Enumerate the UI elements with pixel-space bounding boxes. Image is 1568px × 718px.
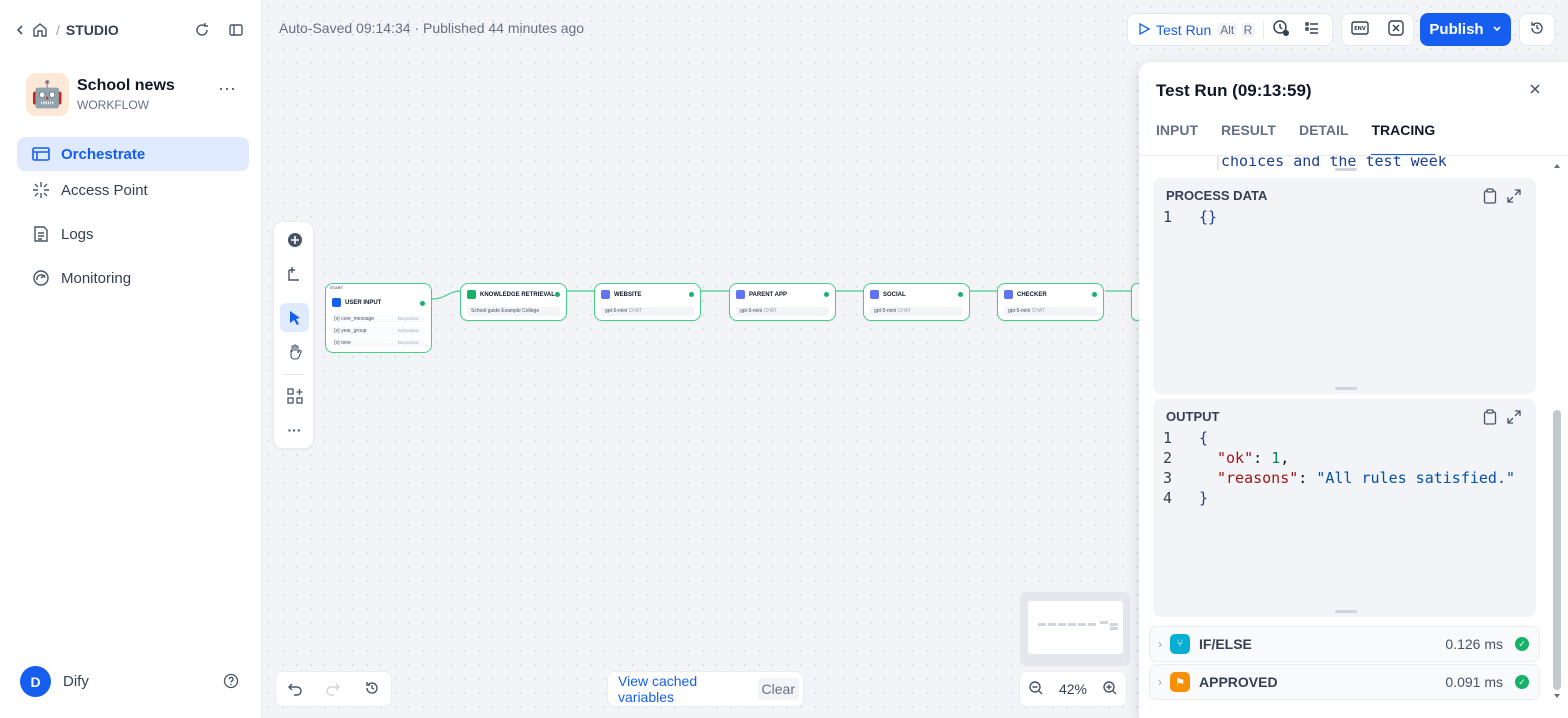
trace-row-approved[interactable]: › ⚑ APPROVED 0.091 ms ✓	[1149, 664, 1540, 700]
success-dot	[958, 292, 963, 297]
variable-icon[interactable]	[1388, 20, 1404, 39]
version-history-button[interactable]	[1519, 13, 1555, 46]
undo-icon[interactable]	[287, 680, 303, 699]
node-title: WEBSITE	[614, 291, 642, 298]
start-label: START	[330, 285, 344, 290]
input-variable: {x} core_message REQUIRED	[332, 315, 425, 323]
node-title: KNOWLEDGE RETRIEVAL	[480, 291, 555, 298]
user-input-icon	[332, 298, 341, 307]
check-icon: ✓	[1515, 637, 1529, 651]
scroll-up-icon[interactable]	[1553, 162, 1561, 170]
workflow-node-user-input[interactable]: START USER INPUT {x} core_message REQUIRE…	[325, 283, 432, 353]
copy-icon[interactable]	[1483, 409, 1497, 428]
node-connections	[431, 290, 1133, 300]
node-subtitle: gpt-5-mini CHAT	[1004, 307, 1097, 316]
trace-node-time: 0.126 ms	[1445, 636, 1503, 652]
workflow-node-website[interactable]: WEBSITE gpt-5-mini CHAT	[594, 283, 701, 321]
copy-icon[interactable]	[1483, 188, 1497, 207]
input-variable: {x} tone REQUIRED	[332, 339, 425, 347]
test-run-button[interactable]: Test Run	[1156, 22, 1211, 38]
trace-row-if-else[interactable]: › ⑂ IF/ELSE 0.126 ms ✓	[1149, 626, 1540, 662]
panel-scrollbar[interactable]	[1553, 164, 1561, 698]
chevron-right-icon: ›	[1158, 675, 1162, 689]
env-icon[interactable]: ENV	[1351, 20, 1369, 39]
resize-grip[interactable]	[1335, 610, 1357, 613]
success-dot	[824, 292, 829, 297]
chevron-right-icon: ›	[1158, 637, 1162, 651]
svg-text:ENV: ENV	[1355, 26, 1367, 32]
tracing-content[interactable]: choices and the test week PROCESS DATA 1…	[1139, 155, 1568, 718]
success-dot	[1092, 292, 1097, 297]
previous-output-text: choices and the test week	[1217, 156, 1447, 170]
scroll-down-icon[interactable]	[1553, 692, 1561, 700]
scrollbar-thumb[interactable]	[1553, 410, 1561, 690]
panel-tabs: INPUT RESULT DETAIL TRACING	[1156, 122, 1458, 156]
clear-button[interactable]: Clear	[757, 678, 799, 700]
tab-input[interactable]: INPUT	[1156, 122, 1198, 148]
knowledge-icon	[467, 290, 476, 299]
check-icon: ✓	[1515, 675, 1529, 689]
if-else-icon: ⑂	[1170, 634, 1190, 654]
redo-icon[interactable]	[325, 680, 341, 699]
cached-variables-bar: View cached variables Clear	[607, 671, 804, 707]
llm-icon	[870, 290, 879, 299]
publish-button[interactable]: Publish	[1420, 13, 1511, 46]
minimap[interactable]	[1020, 592, 1130, 666]
zoom-controls: 42%	[1019, 671, 1127, 707]
tab-detail[interactable]: DETAIL	[1299, 122, 1349, 148]
workflow-node-parent-app[interactable]: PARENT APP gpt-5-mini CHAT	[729, 283, 836, 321]
workflow-node-checker[interactable]: CHECKER gpt-5-mini CHAT	[997, 283, 1104, 321]
history-toolbar	[275, 671, 392, 707]
test-run-panel: Test Run (09:13:59) INPUT RESULT DETAIL …	[1139, 62, 1568, 718]
llm-icon	[736, 290, 745, 299]
node-subtitle: School guide Example College	[467, 307, 560, 316]
trace-node-name: APPROVED	[1199, 674, 1278, 690]
zoom-level[interactable]: 42%	[1059, 681, 1087, 697]
node-title: PARENT APP	[749, 291, 788, 298]
input-variable: {x} year_group REQUIRED	[332, 327, 425, 335]
success-dot	[689, 292, 694, 297]
shortcut-hint: Alt R	[1217, 22, 1256, 37]
tab-result[interactable]: RESULT	[1221, 122, 1276, 148]
panel-title: Test Run (09:13:59)	[1156, 81, 1312, 100]
success-dot	[555, 292, 560, 297]
node-subtitle: gpt-5-mini CHAT	[601, 307, 694, 316]
workflow-node-social[interactable]: SOCIAL gpt-5-mini CHAT	[863, 283, 970, 321]
zoom-out-icon[interactable]	[1028, 680, 1044, 699]
workflow-node-knowledge-retrieval[interactable]: KNOWLEDGE RETRIEVAL School guide Example…	[460, 283, 567, 321]
node-title: SOCIAL	[883, 291, 906, 298]
publish-label: Publish	[1429, 21, 1484, 38]
node-title: USER INPUT	[345, 299, 382, 306]
close-icon[interactable]	[1529, 82, 1541, 100]
trace-node-name: IF/ELSE	[1199, 636, 1252, 652]
resize-grip[interactable]	[1335, 387, 1357, 390]
node-title: CHECKER	[1017, 291, 1047, 298]
output-block: OUTPUT 1 { 2 "ok": 1, 3 "reasons": "All …	[1153, 399, 1536, 617]
end-node-icon: ⚑	[1170, 672, 1190, 692]
expand-icon[interactable]	[1506, 188, 1522, 207]
output-title: OUTPUT	[1166, 409, 1220, 424]
test-run-toolbar: Test Run Alt R	[1127, 13, 1333, 46]
process-data-block: PROCESS DATA 1 {}	[1153, 178, 1536, 394]
minimap-nodes	[1038, 621, 1118, 630]
node-subtitle: gpt-5-mini CHAT	[870, 307, 963, 316]
process-data-title: PROCESS DATA	[1166, 188, 1268, 203]
history-icon[interactable]	[364, 680, 380, 699]
llm-icon	[601, 290, 610, 299]
expand-icon[interactable]	[1506, 409, 1522, 428]
resize-grip[interactable]	[1335, 168, 1357, 171]
llm-icon	[1004, 290, 1013, 299]
tab-tracing[interactable]: TRACING	[1371, 122, 1435, 156]
node-subtitle: gpt-5-mini CHAT	[736, 307, 829, 316]
run-history-icon[interactable]	[1272, 19, 1290, 40]
zoom-in-icon[interactable]	[1102, 680, 1118, 699]
checklist-icon[interactable]	[1304, 20, 1320, 39]
env-toolbar: ENV	[1341, 13, 1414, 46]
history-icon	[1529, 20, 1545, 39]
success-dot	[420, 301, 425, 306]
trace-node-time: 0.091 ms	[1445, 674, 1503, 690]
chevron-down-icon	[1492, 21, 1502, 38]
view-cached-variables-button[interactable]: View cached variables	[612, 673, 752, 705]
